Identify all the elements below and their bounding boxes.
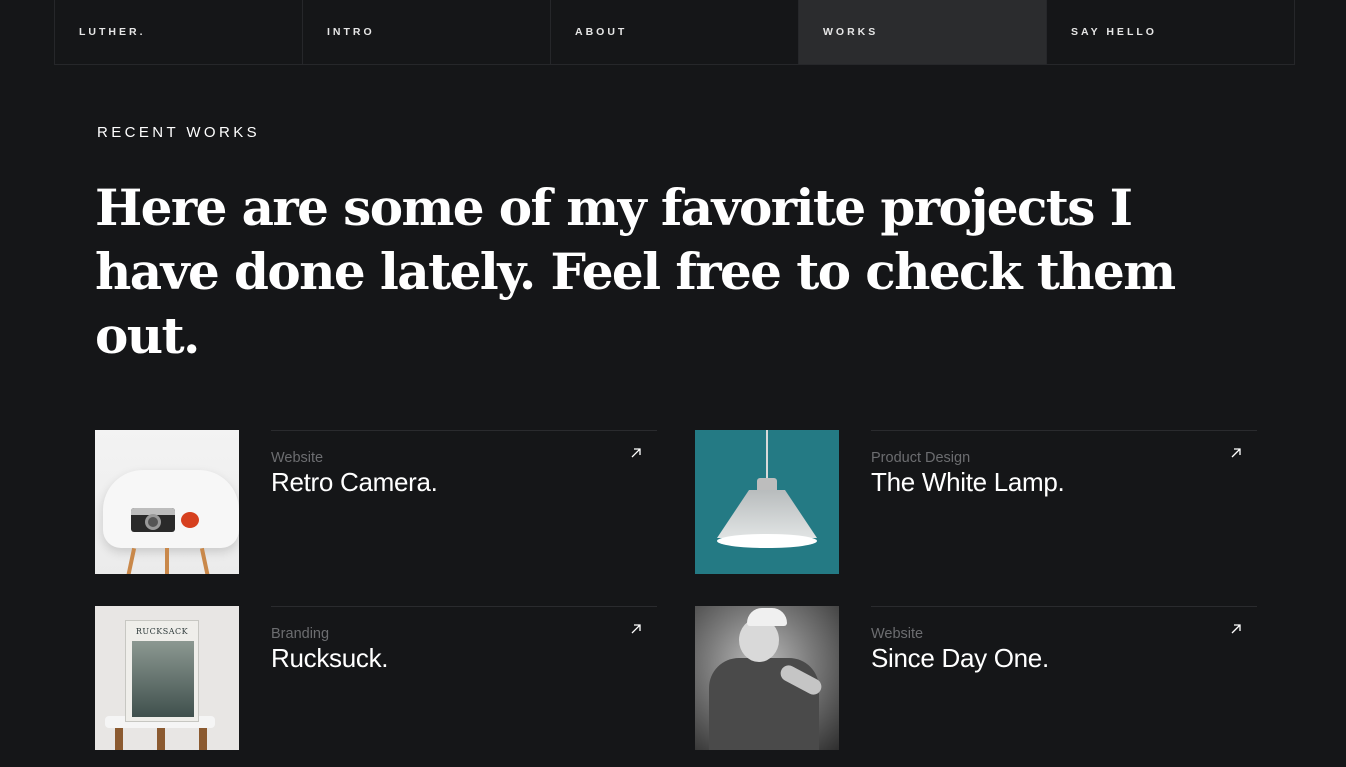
work-card-rucksuck[interactable]: RUCKSACK Branding Rucksuck. — [95, 606, 657, 750]
work-card-since-day-one[interactable]: Website Since Day One. — [695, 606, 1257, 750]
arrow-up-right-icon[interactable] — [1229, 446, 1243, 460]
retro-camera-thumbnail[interactable] — [95, 430, 239, 574]
section-eyebrow: RECENT WORKS — [97, 124, 261, 141]
top-nav: LUTHER. INTRO ABOUT WORKS SAY HELLO — [54, 0, 1295, 65]
work-card-body: Branding Rucksuck. — [271, 606, 657, 750]
work-card-body: Product Design The White Lamp. — [871, 430, 1257, 574]
work-card-white-lamp[interactable]: Product Design The White Lamp. — [695, 430, 1257, 574]
work-category: Branding — [271, 626, 330, 642]
arrow-up-right-icon[interactable] — [629, 446, 643, 460]
white-lamp-thumbnail[interactable] — [695, 430, 839, 574]
work-card-body: Website Since Day One. — [871, 606, 1257, 750]
rucksack-book-thumbnail[interactable]: RUCKSACK — [95, 606, 239, 750]
page-headline: Here are some of my favorite projects I … — [95, 178, 1176, 365]
nav-about[interactable]: ABOUT — [551, 0, 799, 64]
work-card-retro-camera[interactable]: Website Retro Camera. — [95, 430, 657, 574]
portrait-thumbnail[interactable] — [695, 606, 839, 750]
nav-works[interactable]: WORKS — [799, 0, 1047, 64]
work-card-body: Website Retro Camera. — [271, 430, 657, 574]
nav-intro[interactable]: INTRO — [303, 0, 551, 64]
arrow-up-right-icon[interactable] — [1229, 622, 1243, 636]
nav-say-hello[interactable]: SAY HELLO — [1047, 0, 1294, 64]
work-category: Product Design — [871, 450, 971, 466]
work-category: Website — [871, 626, 924, 642]
work-title[interactable]: The White Lamp. — [871, 467, 1257, 498]
work-title[interactable]: Since Day One. — [871, 643, 1257, 674]
work-title[interactable]: Rucksuck. — [271, 643, 657, 674]
work-category: Website — [271, 450, 324, 466]
nav-logo[interactable]: LUTHER. — [55, 0, 303, 64]
arrow-up-right-icon[interactable] — [629, 622, 643, 636]
page: LUTHER. INTRO ABOUT WORKS SAY HELLO RECE… — [0, 0, 1346, 767]
work-title[interactable]: Retro Camera. — [271, 467, 657, 498]
book-cover-title: RUCKSACK — [135, 627, 189, 636]
